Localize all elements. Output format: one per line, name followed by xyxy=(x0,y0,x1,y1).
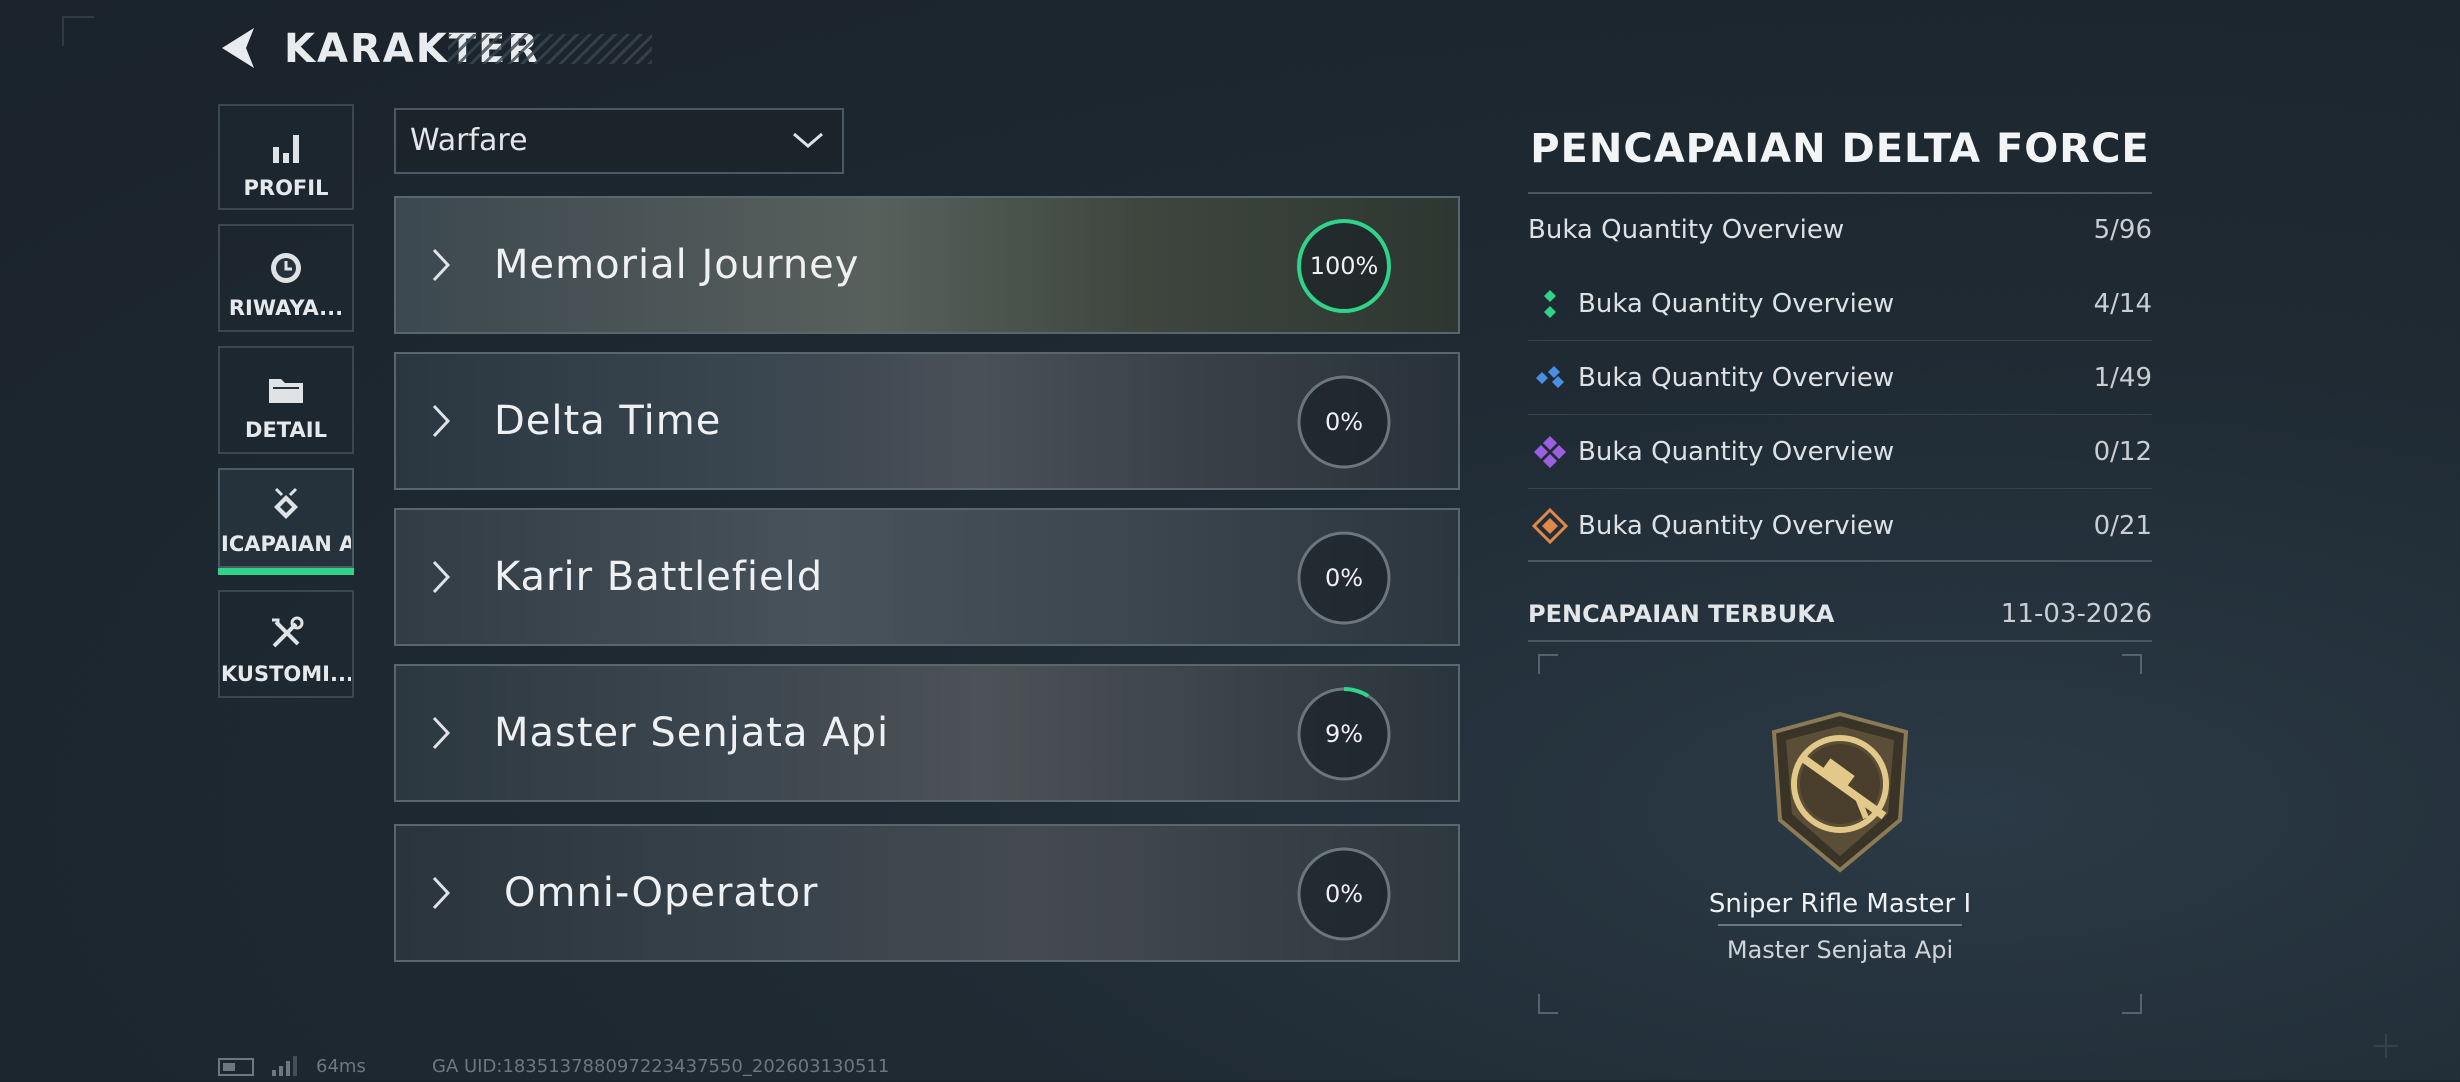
sidebar-item-label: RIWAYA... xyxy=(228,296,344,320)
green-tier-icon xyxy=(1544,290,1556,318)
overview-count: 5/96 xyxy=(2093,215,2152,245)
title-stripe-decoration xyxy=(448,34,652,64)
chevron-right-icon xyxy=(430,558,454,600)
battery-icon xyxy=(218,1058,254,1076)
tier-count: 0/12 xyxy=(2093,437,2152,467)
chevron-down-icon xyxy=(790,128,826,156)
tier-row-orange: Buka Quantity Overview 0/21 xyxy=(1528,490,2152,562)
panel-title: PENCAPAIAN DELTA FORCE xyxy=(1530,126,2150,172)
crosshair-decoration xyxy=(2374,1034,2398,1058)
progress-label: 100% xyxy=(1309,252,1379,280)
sidebar-item-pencapaian[interactable]: ICAPAIAN AI xyxy=(218,468,354,568)
blue-tier-icon xyxy=(1536,366,1564,388)
sidebar-item-profil[interactable]: PROFIL xyxy=(218,104,354,210)
category-name: Omni-Operator xyxy=(504,870,819,916)
dropdown-value: Warfare xyxy=(410,123,528,158)
tier-label: Buka Quantity Overview xyxy=(1578,437,1895,467)
category-name: Delta Time xyxy=(494,398,722,444)
category-card-karir-battlefield[interactable]: Karir Battlefield 0% xyxy=(394,508,1460,646)
history-icon xyxy=(266,248,306,288)
tier-row-green: Buka Quantity Overview 4/14 xyxy=(1528,268,2152,340)
unlocked-heading: PENCAPAIAN TERBUKA xyxy=(1528,600,1835,628)
chevron-right-icon xyxy=(430,714,454,756)
overview-row: Buka Quantity Overview 5/96 xyxy=(1528,194,2152,266)
tier-label: Buka Quantity Overview xyxy=(1578,363,1895,393)
row-separator xyxy=(1528,488,2152,489)
mode-dropdown[interactable]: Warfare xyxy=(394,108,844,174)
badge-category: Master Senjata Api xyxy=(1726,936,1954,964)
category-card-master-senjata-api[interactable]: Master Senjata Api 9% xyxy=(394,664,1460,802)
uid-text: GA UID:1835137880972234375​50_2026031305… xyxy=(432,1056,890,1077)
sniper-badge-icon xyxy=(1766,710,1914,874)
ping-value: 64ms xyxy=(316,1056,366,1077)
sidebar-item-label: DETAIL xyxy=(245,418,327,442)
active-indicator xyxy=(218,568,354,575)
row-separator xyxy=(1528,414,2152,415)
sidebar-item-label: ICAPAIAN AI xyxy=(221,532,351,556)
sidebar-item-kustomisasi[interactable]: KUSTOMI... xyxy=(218,590,354,698)
category-card-delta-time[interactable]: Delta Time 0% xyxy=(394,352,1460,490)
progress-label: 9% xyxy=(1324,720,1364,748)
chevron-right-icon xyxy=(430,874,454,916)
progress-label: 0% xyxy=(1324,564,1364,592)
stats-icon xyxy=(266,128,306,168)
overview-label: Buka Quantity Overview xyxy=(1528,215,1845,245)
progress-label: 0% xyxy=(1324,408,1364,436)
purple-tier-icon xyxy=(1534,436,1566,468)
achievement-icon xyxy=(266,486,306,526)
folder-icon xyxy=(266,370,306,410)
category-card-omni-operator[interactable]: Omni-Operator 0% xyxy=(394,824,1460,962)
sidebar-item-detail[interactable]: DETAIL xyxy=(218,346,354,454)
tier-label: Buka Quantity Overview xyxy=(1578,289,1895,319)
category-name: Master Senjata Api xyxy=(494,710,890,756)
tools-icon xyxy=(266,614,306,654)
panel-divider xyxy=(1528,640,2152,642)
back-arrow-icon[interactable] xyxy=(218,24,260,72)
category-name: Karir Battlefield xyxy=(494,554,824,600)
category-card-memorial-journey[interactable]: Memorial Journey 100% xyxy=(394,196,1460,334)
tier-count: 1/49 xyxy=(2093,363,2152,393)
tier-count: 0/21 xyxy=(2093,511,2152,541)
sidebar-item-label: PROFIL xyxy=(243,176,329,200)
chevron-right-icon xyxy=(430,402,454,444)
badge-name: Sniper Rifle Master I xyxy=(1708,889,1972,919)
orange-tier-icon xyxy=(1532,508,1568,544)
tier-row-blue: Buka Quantity Overview 1/49 xyxy=(1528,342,2152,414)
row-separator xyxy=(1528,340,2152,341)
panel-divider xyxy=(1528,560,2152,562)
tier-count: 4/14 xyxy=(2093,289,2152,319)
sidebar-item-label: KUSTOMI... xyxy=(221,662,351,686)
progress-label: 0% xyxy=(1324,880,1364,908)
tier-row-purple: Buka Quantity Overview 0/12 xyxy=(1528,416,2152,488)
category-name: Memorial Journey xyxy=(494,242,860,288)
tier-label: Buka Quantity Overview xyxy=(1578,511,1895,541)
badge-divider xyxy=(1718,924,1962,926)
chevron-right-icon xyxy=(430,246,454,288)
sidebar-item-riwayat[interactable]: RIWAYA... xyxy=(218,224,354,332)
signal-icon xyxy=(270,1056,300,1082)
corner-decoration xyxy=(62,16,94,46)
unlocked-date: 11-03-2026 xyxy=(2000,599,2152,629)
